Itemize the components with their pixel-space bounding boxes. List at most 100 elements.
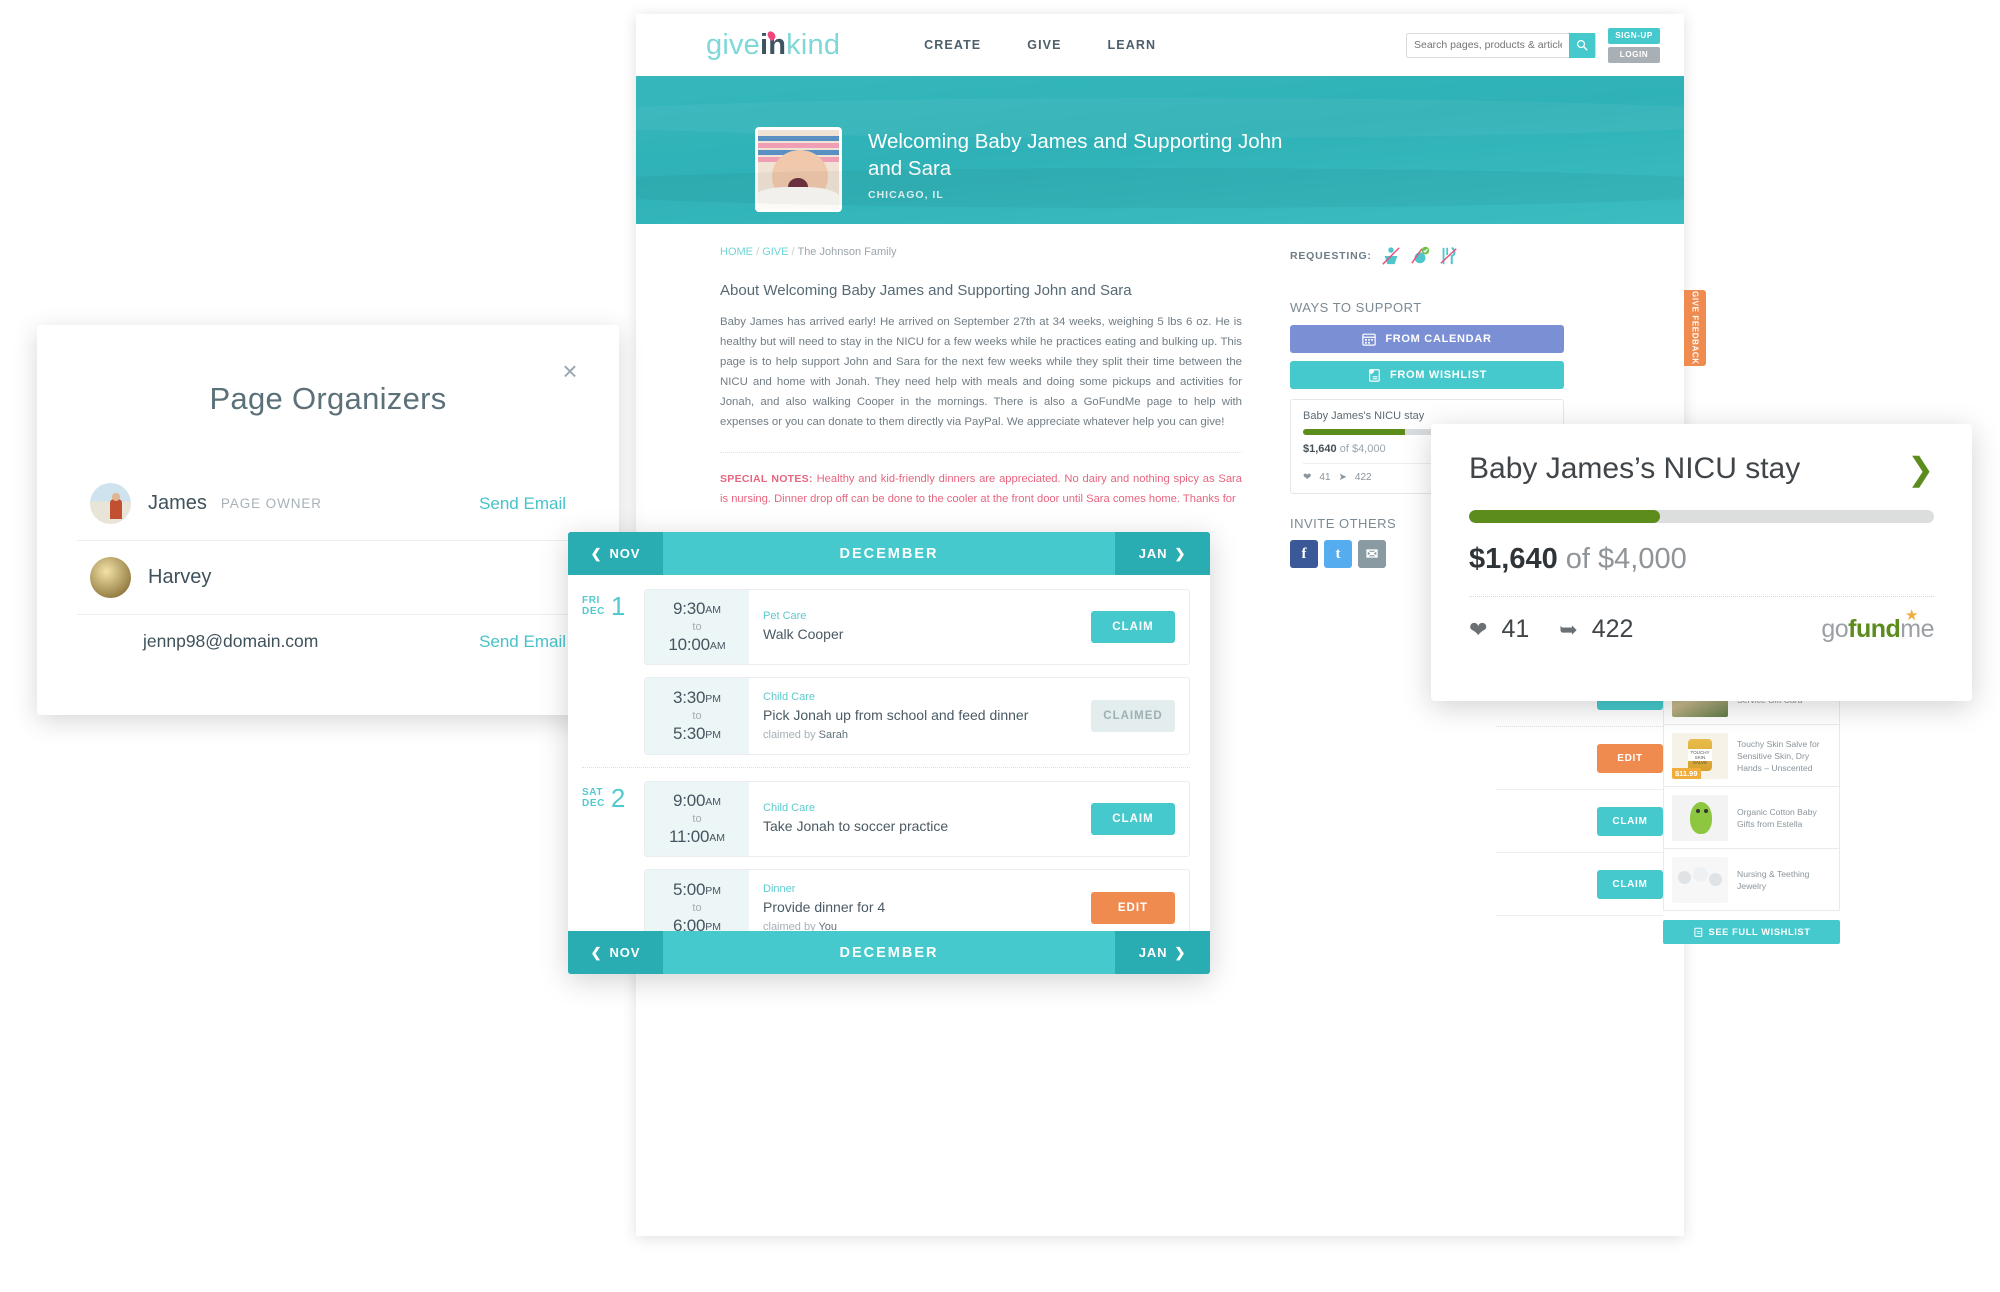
prev-month-button[interactable]: ❮ NOV [568, 532, 663, 575]
event-time: 9:00AM to 11:00AM [645, 782, 749, 856]
day-weekday: SAT [582, 787, 604, 798]
teething-jewelry-photo [1672, 856, 1728, 903]
event-end: 10:00AM [668, 635, 726, 654]
event-claimed-by: claimed by Sarah [763, 729, 1063, 741]
event-title: Walk Cooper [763, 626, 844, 642]
main-nav: CREATE GIVE LEARN [924, 38, 1156, 52]
event-category: Pet Care [763, 610, 807, 622]
price-badge: $11.99 [1672, 767, 1701, 779]
event-time: 3:30PM to 5:30PM [645, 678, 749, 754]
calendar-day: FRI DEC 1 9:30AM to 10:00AM Pet Care Wal… [568, 575, 1210, 767]
list-item[interactable]: Nursing & Teething Jewelry [1663, 849, 1840, 911]
calendar-footer: ❮ NOV DECEMBER JAN ❯ [568, 931, 1210, 974]
event-to: to [692, 710, 702, 722]
email-icon[interactable]: ✉ [1358, 540, 1386, 568]
signup-button[interactable]: SIGN-UP [1608, 27, 1660, 44]
day-number: 1 [610, 591, 626, 621]
gofundme-card[interactable]: Baby James’s NICU stay ❯ $1,640 of $4,00… [1431, 424, 1972, 701]
event-end: 6:00PM [672, 916, 722, 931]
facebook-icon[interactable]: f [1290, 540, 1318, 568]
gofundme-shares: 422 [1591, 615, 1634, 643]
edit-button[interactable]: EDIT [1597, 743, 1663, 773]
next-month-button[interactable]: JAN ❯ [1115, 532, 1210, 575]
footer-next-month-button[interactable]: JAN ❯ [1115, 931, 1210, 974]
edit-button[interactable]: EDIT [1091, 892, 1175, 924]
nav-item-create[interactable]: CREATE [924, 38, 981, 52]
inner-calendar-row: CLAIM [1496, 790, 1671, 853]
calendar-overlay: ❮ NOV DECEMBER JAN ❯ FRI DEC 1 9:30AM to… [568, 532, 1210, 974]
give-feedback-tab[interactable]: GIVE FEEDBACK [1684, 290, 1706, 366]
organizer-name: James [148, 492, 207, 514]
event-action: CLAIM [1077, 782, 1189, 856]
chevron-right-icon: ❯ [1174, 944, 1187, 960]
event-title: Pick Jonah up from school and feed dinne… [763, 707, 1029, 723]
event-to: to [692, 902, 702, 914]
event-end: 11:00AM [668, 827, 726, 846]
search-input[interactable] [1407, 39, 1569, 51]
login-button[interactable]: LOGIN [1608, 46, 1660, 63]
prev-month-label: NOV [609, 546, 641, 561]
search-box[interactable] [1406, 32, 1596, 58]
logo-go: go [1821, 615, 1849, 643]
event-detail: Pet Care Walk Cooper [749, 590, 1077, 664]
see-full-wishlist-button[interactable]: SEE FULL WISHLIST [1663, 920, 1840, 944]
gofundme-mini-likes: 41 [1319, 472, 1331, 483]
search-icon[interactable] [1569, 32, 1595, 58]
child-care-icon[interactable] [1381, 246, 1401, 266]
pet-care-icon[interactable] [1410, 246, 1430, 266]
gofundme-mini-title: Baby James's NICU stay [1303, 410, 1425, 422]
giveinkind-logo[interactable]: giveinkind [706, 29, 840, 62]
about-heading: About Welcoming Baby James and Supportin… [720, 282, 1132, 299]
breadcrumb-give[interactable]: GIVE [762, 246, 788, 258]
send-email-link[interactable]: Send Email [479, 632, 566, 652]
list-item: Harvey [77, 541, 579, 615]
calendar-event[interactable]: 3:30PM to 5:30PM Child Care Pick Jonah u… [644, 677, 1190, 755]
send-email-link[interactable]: Send Email [479, 494, 566, 514]
event-time: 5:00PM to 6:00PM [645, 870, 749, 931]
organizer-role: PAGE OWNER [220, 496, 322, 511]
claim-button[interactable]: CLAIM [1091, 611, 1175, 643]
nav-item-learn[interactable]: LEARN [1108, 38, 1157, 52]
calendar-event[interactable]: 5:00PM to 6:00PM Dinner Provide dinner f… [644, 869, 1190, 931]
breadcrumb-home[interactable]: HOME [720, 246, 753, 258]
list-item[interactable]: Organic Cotton Baby Gifts from Estella [1663, 787, 1840, 849]
heart-icon[interactable]: ❤ [1469, 617, 1487, 643]
day-number: 2 [610, 783, 626, 813]
calendar-event[interactable]: 9:30AM to 10:00AM Pet Care Walk Cooper C… [644, 589, 1190, 665]
organizer-name: Harvey [148, 566, 212, 588]
from-calendar-button[interactable]: FROM CALENDAR [1290, 325, 1564, 353]
close-icon[interactable]: × [557, 358, 583, 385]
event-category: Child Care [763, 691, 815, 703]
auth-buttons: SIGN-UP LOGIN [1608, 27, 1660, 63]
give-feedback-label: GIVE FEEDBACK [1690, 291, 1700, 365]
gofundme-stats: ❤ 41 ➥ 422 gofundme ★ [1469, 607, 1934, 644]
claim-button[interactable]: CLAIM [1091, 803, 1175, 835]
gofundme-mini-raised: $1,640 [1303, 443, 1337, 455]
list-item[interactable]: TOUCHY SKIN SALVE $11.99 Touchy Skin Salv… [1663, 725, 1840, 787]
share-icon[interactable]: ➥ [1559, 617, 1577, 643]
harvey-avatar [90, 557, 131, 598]
event-action: EDIT [1077, 870, 1189, 931]
page-hero: Welcoming Baby James and Supporting John… [636, 76, 1684, 224]
dinner-icon[interactable] [1439, 246, 1459, 266]
event-action: CLAIMED [1077, 678, 1189, 754]
special-notes: SPECIAL NOTES: Healthy and kid-friendly … [720, 469, 1242, 509]
requesting-label: REQUESTING: [1290, 250, 1372, 262]
heart-icon: ❤ [1303, 472, 1312, 483]
gofundme-mini-goal: of $4,000 [1339, 443, 1386, 455]
claim-button[interactable]: CLAIM [1597, 806, 1663, 836]
from-wishlist-button[interactable]: FROM WISHLIST [1290, 361, 1564, 389]
about-body: Baby James has arrived early! He arrived… [720, 316, 1242, 428]
list-item-label: Nursing & Teething Jewelry [1737, 868, 1810, 891]
from-calendar-label: FROM CALENDAR [1385, 333, 1492, 345]
claim-button[interactable]: CLAIM [1597, 869, 1663, 899]
footer-prev-month-button[interactable]: ❮ NOV [568, 931, 663, 974]
twitter-icon[interactable]: t [1324, 540, 1352, 568]
calendar-event[interactable]: 9:00AM to 11:00AM Child Care Take Jonah … [644, 781, 1190, 857]
claimer-name: You [818, 921, 837, 931]
nav-item-give[interactable]: GIVE [1027, 38, 1061, 52]
inner-calendar-row: CLAIM [1496, 853, 1671, 916]
chevron-right-icon[interactable]: ❯ [1907, 450, 1934, 488]
wishlist-small-icon [1693, 927, 1703, 937]
james-avatar [90, 483, 131, 524]
